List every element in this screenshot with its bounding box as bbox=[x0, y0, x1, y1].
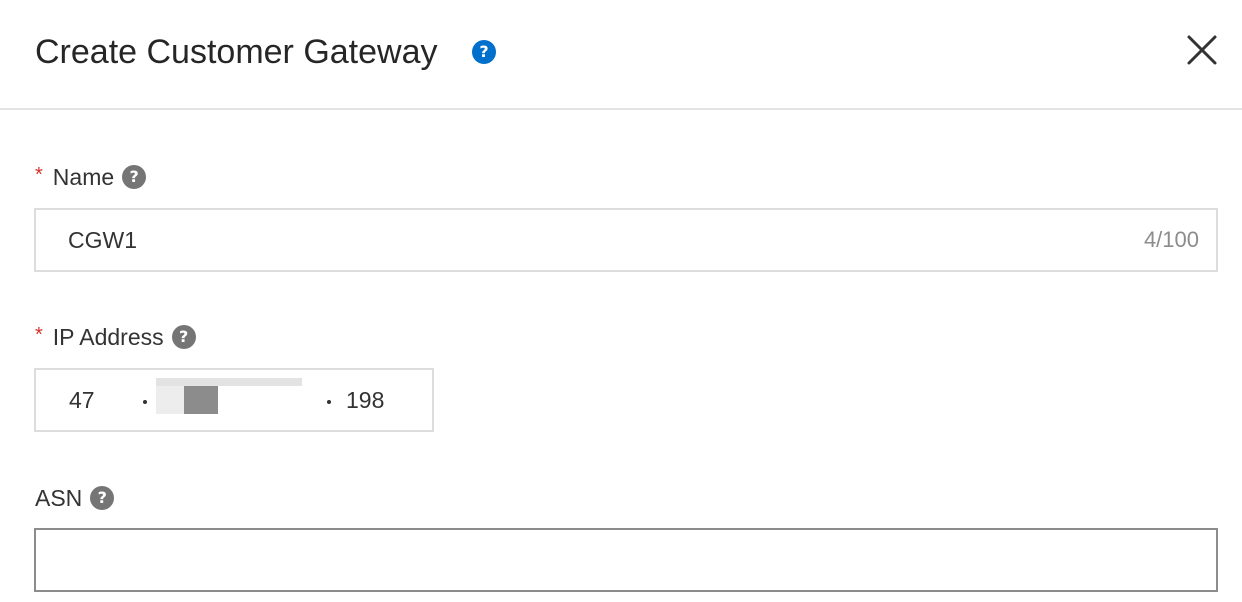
ip-address-label-text: IP Address bbox=[52, 324, 164, 350]
question-circle-icon[interactable]: ? bbox=[171, 325, 196, 349]
redaction-block bbox=[156, 386, 186, 414]
close-icon[interactable] bbox=[1184, 32, 1220, 68]
asn-input[interactable] bbox=[34, 528, 1218, 592]
dialog-header: Create Customer Gateway ? bbox=[0, 0, 1242, 110]
name-label: * Name ? bbox=[35, 162, 147, 192]
ip-separator bbox=[327, 400, 331, 404]
ip-segment-1[interactable]: 47 bbox=[69, 370, 95, 430]
name-char-counter: 4/100 bbox=[1143, 227, 1199, 252]
question-circle-icon[interactable]: ? bbox=[122, 165, 147, 189]
name-input[interactable]: CGW1 4/100 bbox=[34, 208, 1218, 272]
question-circle-icon[interactable]: ? bbox=[90, 486, 115, 510]
asn-label: ASN ? bbox=[35, 483, 115, 513]
required-marker: * bbox=[35, 324, 43, 346]
ip-address-input[interactable]: 47 198 bbox=[34, 368, 434, 432]
redaction-block bbox=[184, 386, 218, 414]
redaction-bar bbox=[156, 378, 302, 386]
name-label-text: Name bbox=[52, 164, 115, 190]
question-circle-icon[interactable]: ? bbox=[472, 40, 496, 64]
ip-segment-4[interactable]: 198 bbox=[346, 370, 384, 430]
asn-label-text: ASN bbox=[35, 485, 83, 511]
ip-separator bbox=[143, 400, 147, 404]
dialog-title: Create Customer Gateway bbox=[35, 33, 438, 71]
required-marker: * bbox=[35, 164, 43, 186]
ip-address-label: * IP Address ? bbox=[35, 322, 196, 352]
name-input-value: CGW1 bbox=[68, 226, 137, 253]
